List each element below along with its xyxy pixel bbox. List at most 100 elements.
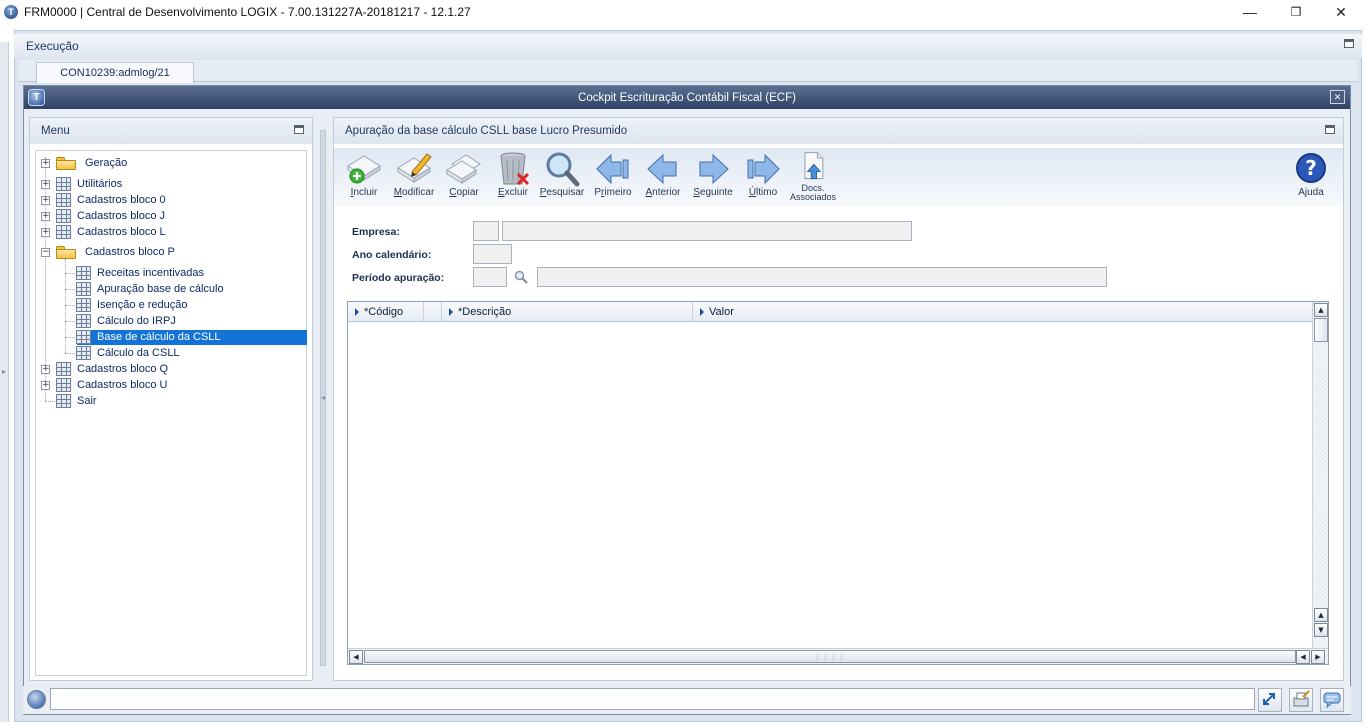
horizontal-scroll-thumb[interactable]: ⋮⋮⋮⋮	[364, 650, 1296, 663]
print-icon[interactable]	[1289, 688, 1313, 712]
menu-item-calculo-csll[interactable]: Cálculo da CSLL	[76, 345, 180, 361]
menu-item-apuracao-base-calculo[interactable]: Apuração base de cálculo	[76, 281, 224, 297]
empresa-code-field[interactable]	[473, 221, 499, 241]
ultimo-button[interactable]: Último	[738, 150, 788, 204]
docs-associados-button[interactable]: Docs. Associados	[788, 150, 838, 204]
collapse-bloco-p-icon[interactable]: −	[41, 248, 50, 257]
incluir-button[interactable]: Incluir	[339, 150, 389, 204]
ajuda-button[interactable]: ? Ajuda	[1286, 150, 1336, 204]
status-message-field	[50, 688, 1255, 710]
cockpit-title: Cockpit Escrituração Contábil Fiscal (EC…	[578, 91, 796, 104]
execution-bar: Execução	[14, 34, 1362, 58]
chat-icon[interactable]	[1320, 688, 1344, 712]
status-logo-icon	[27, 690, 46, 709]
pesquisar-button[interactable]: Pesquisar	[537, 150, 587, 204]
menu-item-cadastros-bloco-l[interactable]: Cadastros bloco L	[56, 224, 166, 240]
scroll-left-end-icon[interactable]: ◀	[1296, 650, 1310, 664]
empresa-label: Empresa:	[352, 226, 400, 238]
expand-bloco-l-icon[interactable]: +	[41, 228, 50, 237]
copiar-button[interactable]: Copiar	[439, 150, 489, 204]
menu-item-calculo-irpj[interactable]: Cálculo do IRPJ	[76, 313, 176, 329]
tree-line	[65, 353, 75, 354]
menu-item-geracao[interactable]: Geração	[56, 155, 127, 171]
tab-label: CON10239:admlog/21	[60, 67, 170, 79]
edit-document-icon	[397, 153, 432, 183]
tree-line	[65, 289, 75, 290]
seguinte-label: Seguinte	[693, 187, 733, 198]
docs-label-2: Associados	[789, 192, 837, 202]
scroll-down-icon[interactable]: ▼	[1314, 623, 1328, 637]
panel-splitter[interactable]: ◂	[320, 130, 326, 666]
add-document-icon	[347, 155, 381, 184]
close-window-button[interactable]: ✕	[1318, 0, 1364, 24]
first-arrow-icon	[596, 153, 629, 185]
scroll-up-icon[interactable]: ▲	[1314, 303, 1328, 317]
menu-item-cadastros-bloco-p[interactable]: Cadastros bloco P	[56, 244, 175, 260]
menu-item-base-calculo-csll[interactable]: Base de cálculo da CSLL	[76, 329, 221, 345]
content-header: Apuração da base cálculo CSLL base Lucro…	[334, 118, 1343, 144]
sort-arrow-icon	[700, 308, 704, 316]
menu-minimize-icon[interactable]	[294, 125, 304, 134]
expand-bloco-u-icon[interactable]: +	[41, 381, 50, 390]
tab-con10239[interactable]: CON10239:admlog/21	[36, 62, 194, 83]
expand-bloco-q-icon[interactable]: +	[41, 365, 50, 374]
collapse-arrow-icon: ◂	[321, 393, 326, 402]
folder-open-icon	[56, 245, 76, 259]
expand-bloco-0-icon[interactable]: +	[41, 196, 50, 205]
totvs-logo-icon: T	[28, 89, 45, 106]
ano-calendario-field[interactable]	[473, 244, 512, 264]
column-valor[interactable]: Valor	[693, 302, 1312, 322]
column-descricao[interactable]: *Descrição	[442, 302, 693, 322]
menu-item-sair[interactable]: Sair	[56, 393, 97, 409]
menu-item-cadastros-bloco-0[interactable]: Cadastros bloco 0	[56, 192, 166, 208]
menu-item-cadastros-bloco-j[interactable]: Cadastros bloco J	[56, 208, 165, 224]
excluir-button[interactable]: Excluir	[488, 150, 538, 204]
execution-minimize-icon[interactable]	[1344, 39, 1354, 48]
magnifier-icon	[546, 152, 580, 187]
menu-item-receitas-incentivadas[interactable]: Receitas incentivadas	[76, 265, 204, 281]
ano-calendario-label: Ano calendário:	[352, 249, 432, 261]
primeiro-label: Primeiro	[594, 187, 632, 198]
menu-item-cadastros-bloco-u[interactable]: Cadastros bloco U	[56, 377, 168, 393]
column-spacer	[424, 302, 442, 322]
resize-icon[interactable]	[1258, 688, 1282, 712]
empresa-name-field	[502, 221, 912, 241]
modificar-label: Modificar	[393, 187, 435, 198]
grid-vertical-scrollbar[interactable]: ▲ ▲ ▼	[1312, 302, 1328, 648]
minimize-window-button[interactable]: —	[1227, 0, 1273, 24]
anterior-label: Anterior	[645, 187, 681, 198]
scroll-left-icon[interactable]: ◀	[349, 650, 363, 664]
window-title: FRM0000 | Central de Desenvolvimento LOG…	[24, 5, 471, 19]
primeiro-button[interactable]: Primeiro	[588, 150, 638, 204]
menu-item-isencao-reducao[interactable]: Isenção e redução	[76, 297, 188, 313]
scroll-up-lower-icon[interactable]: ▲	[1314, 608, 1328, 622]
table-icon	[56, 177, 71, 191]
seguinte-button[interactable]: Seguinte	[688, 150, 738, 204]
anterior-button[interactable]: Anterior	[638, 150, 688, 204]
table-icon	[56, 193, 71, 207]
menu-title: Menu	[41, 125, 70, 137]
menu-panel: Menu + Geração + Utilitários + Cadastros…	[29, 117, 313, 681]
grid-horizontal-scrollbar[interactable]: ◀ ⋮⋮⋮⋮ ◀ ▶	[348, 648, 1328, 664]
expand-utilitarios-icon[interactable]: +	[41, 180, 50, 189]
scroll-right-icon[interactable]: ▶	[1311, 650, 1325, 664]
expand-bloco-j-icon[interactable]: +	[41, 212, 50, 221]
restore-window-button[interactable]: ❐	[1273, 0, 1319, 24]
left-collapse-bar[interactable]: ▸	[0, 42, 9, 722]
incluir-label: Incluir	[350, 187, 378, 198]
periodo-lookup-icon[interactable]	[514, 270, 528, 284]
data-grid: *Código *Descrição Valor ▲ ▲ ▼ ◀ ⋮⋮⋮⋮ ◀ …	[347, 301, 1329, 665]
menu-item-utilitarios[interactable]: Utilitários	[56, 176, 122, 192]
cockpit-close-button[interactable]: ✕	[1330, 90, 1345, 104]
menu-item-cadastros-bloco-q[interactable]: Cadastros bloco Q	[56, 361, 168, 377]
table-icon	[76, 282, 91, 296]
scroll-thumb[interactable]	[1314, 318, 1328, 342]
periodo-code-field[interactable]	[473, 267, 507, 287]
content-minimize-icon[interactable]	[1325, 125, 1335, 134]
column-codigo[interactable]: *Código	[348, 302, 424, 322]
expand-geracao-icon[interactable]: +	[41, 159, 50, 168]
modificar-button[interactable]: Modificar	[389, 150, 439, 204]
tree-line	[65, 305, 75, 306]
copy-document-icon	[446, 154, 481, 184]
toolbar: Incluir Modificar Copiar Excluir Pesquis…	[334, 148, 1343, 206]
